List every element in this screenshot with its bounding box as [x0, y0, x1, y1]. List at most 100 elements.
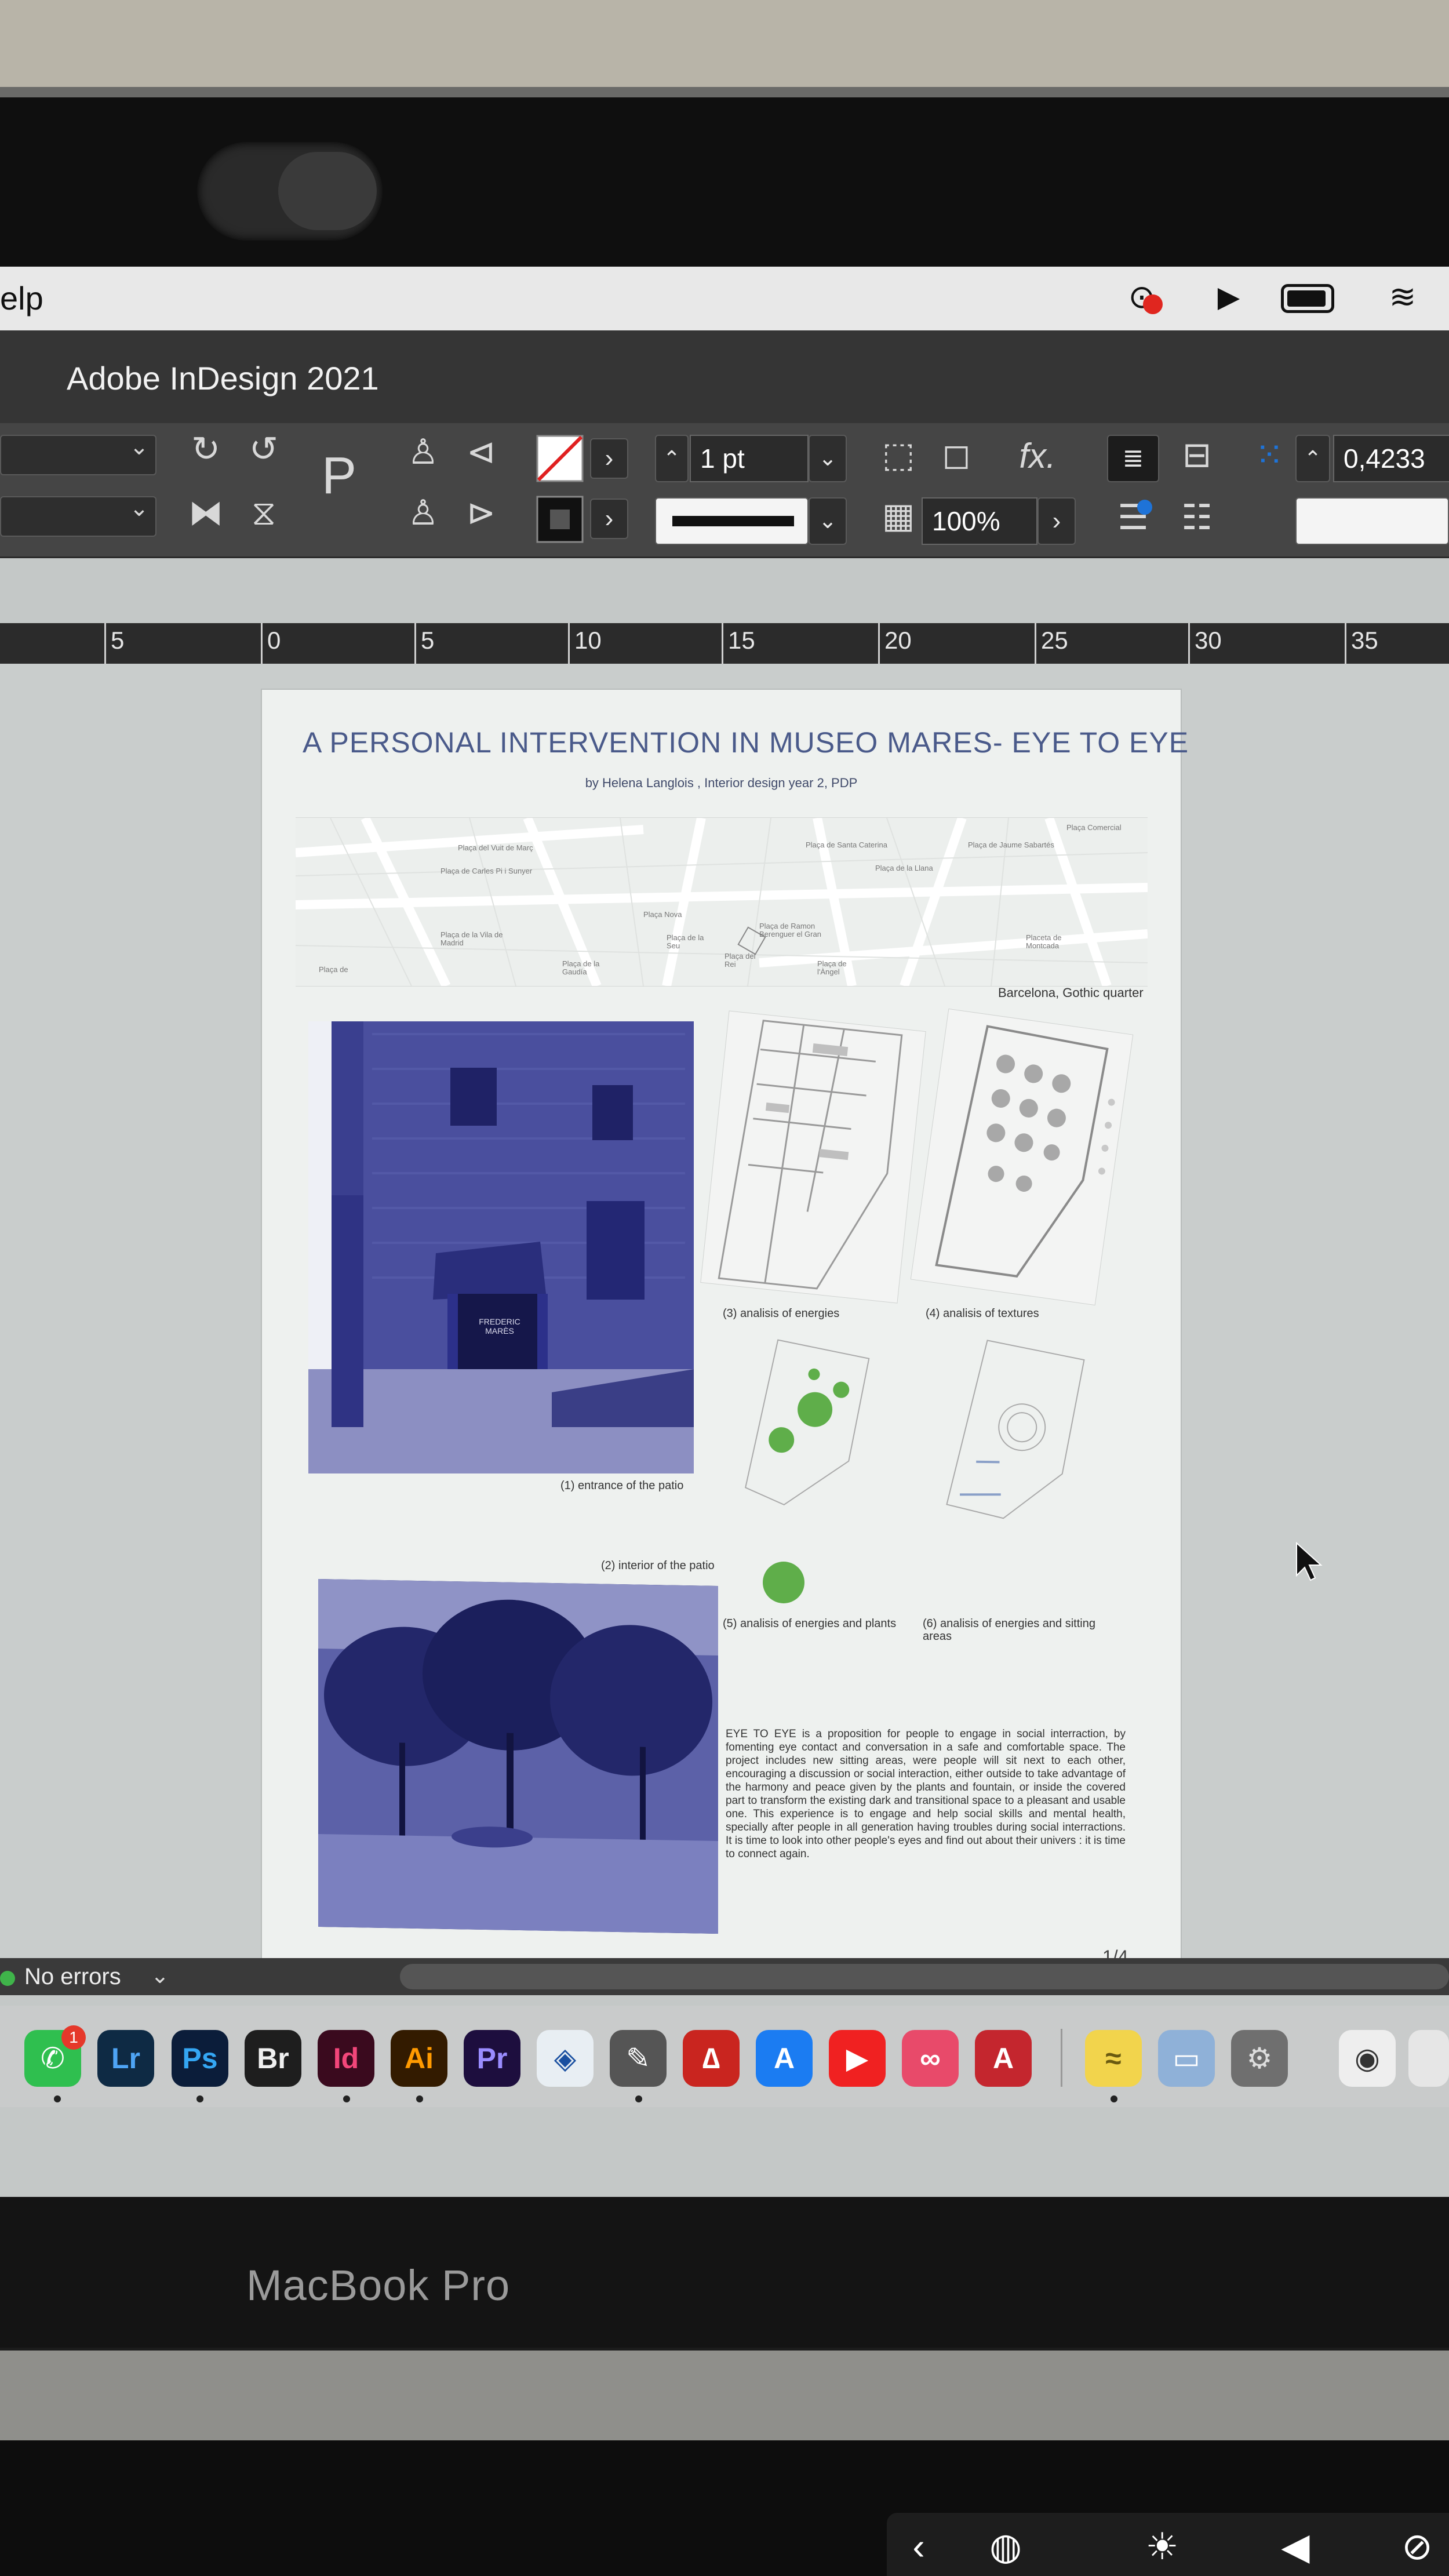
- youtube-icon[interactable]: ▶: [829, 2030, 886, 2087]
- ruler-tick: 30: [1188, 623, 1222, 664]
- flip-horizontal-icon[interactable]: ⧓: [185, 493, 226, 539]
- siri-icon[interactable]: ◍: [974, 2523, 1037, 2570]
- horizontal-scrollbar[interactable]: [400, 1964, 1449, 1989]
- project-description[interactable]: EYE TO EYE is a proposition for people t…: [726, 1727, 1126, 1861]
- mute-icon[interactable]: ⊘: [1385, 2523, 1449, 2570]
- opacity-field[interactable]: 100%: [922, 497, 1037, 545]
- map-label: Plaça Nova: [643, 910, 682, 919]
- select-next-icon[interactable]: ⊳: [458, 493, 504, 539]
- unknown-app-icon[interactable]: ✎: [610, 2030, 667, 2087]
- brightness-icon[interactable]: ☀: [1130, 2523, 1194, 2570]
- ruler-tick: 5: [104, 623, 124, 664]
- map-caption[interactable]: Barcelona, Gothic quarter: [998, 985, 1144, 1000]
- reference-value-field[interactable]: 0,4233 cr: [1333, 435, 1449, 519]
- document-page[interactable]: A PERSONAL INTERVENTION IN MUSEO MARES- …: [261, 689, 1188, 1967]
- screen: elp ⊙ ▶ ≋ Adobe InDesign 2021 ⌄ ⌄ ↻ ↺ ⧓ …: [0, 267, 1449, 2197]
- ruler-tick: 20: [878, 623, 912, 664]
- app-title-bar: Adobe InDesign 2021: [0, 330, 1449, 423]
- fill-menu-button[interactable]: ›: [590, 438, 628, 479]
- interior-patio-photo[interactable]: [318, 1578, 718, 1934]
- battery-icon[interactable]: [1281, 284, 1334, 313]
- sitting-areas-plan[interactable]: [934, 1331, 1091, 1533]
- hinge: [0, 2351, 1449, 2440]
- text-wrap-bbox-icon[interactable]: ⊟: [1171, 435, 1223, 482]
- photoshop-icon[interactable]: Ps: [172, 2030, 228, 2087]
- ruler-tick: 0: [261, 623, 281, 664]
- creative-cloud-icon[interactable]: ∞: [902, 2030, 959, 2087]
- stroke-type-dropdown[interactable]: ⌄: [809, 497, 847, 545]
- control-panel: ⌄ ⌄ ↻ ↺ ⧓ ⧖ P ♙ ⊲ ♙ ⊳ › › ⌃ 1 pt ⌄ ⌄ ⬚ ◻…: [0, 423, 1449, 558]
- map-image[interactable]: Plaça del Vuit de Març Plaça de Carles P…: [296, 817, 1148, 987]
- map-label: Plaça de Santa Caterina: [806, 841, 887, 849]
- document-title[interactable]: A PERSONAL INTERVENTION IN MUSEO MARES- …: [303, 726, 1188, 759]
- text-wrap-jump-icon[interactable]: ☷: [1171, 497, 1223, 545]
- stroke-weight-stepper[interactable]: ⌃: [655, 435, 689, 482]
- indesign-icon[interactable]: Id: [318, 2030, 374, 2087]
- premiere-icon[interactable]: Pr: [464, 2030, 520, 2087]
- paragraph-icon[interactable]: P: [307, 446, 371, 510]
- ruler-tick: 15: [722, 623, 755, 664]
- wifi-icon[interactable]: ≋: [1382, 279, 1423, 314]
- acrobat-icon[interactable]: ∆: [683, 2030, 740, 2087]
- opacity-menu-button[interactable]: ›: [1037, 497, 1076, 545]
- autocad-icon[interactable]: A: [975, 2030, 1032, 2087]
- entrance-photo[interactable]: FREDERIC MARÈS: [308, 1021, 694, 1473]
- preview-icon[interactable]: ▭: [1158, 2030, 1215, 2087]
- stroke-weight-field[interactable]: 1 pt: [690, 435, 809, 482]
- corner-options-icon[interactable]: ⬚: [875, 435, 922, 481]
- stroke-swatch-icon[interactable]: [536, 496, 584, 543]
- volume-icon[interactable]: ◀: [1264, 2523, 1327, 2570]
- illustrator-icon[interactable]: Ai: [391, 2030, 447, 2087]
- running-indicator: [343, 2095, 350, 2102]
- menu-help[interactable]: elp: [0, 279, 43, 317]
- textures-plan[interactable]: [910, 1008, 1134, 1306]
- caption-sitting-areas[interactable]: (6) analisis of energies and sitting are…: [923, 1617, 1097, 1643]
- map-label: Plaça de Jaume Sabartés: [968, 841, 1054, 849]
- caption-entrance[interactable]: (1) entrance of the patio: [560, 1479, 683, 1493]
- lightroom-icon[interactable]: Lr: [97, 2030, 154, 2087]
- horizontal-ruler[interactable]: 5 0 5 10 15 20 25 30 35: [0, 623, 1449, 664]
- fill-none-swatch-icon[interactable]: [536, 435, 584, 482]
- rotate-cw-icon[interactable]: ↻: [185, 429, 226, 475]
- stroke-menu-button[interactable]: ›: [590, 499, 628, 539]
- stroke-type-field[interactable]: [655, 497, 809, 545]
- flip-vertical-icon[interactable]: ⧖: [243, 493, 284, 539]
- select-previous-icon[interactable]: ⊲: [458, 432, 504, 478]
- reference-point-icon[interactable]: ⁙: [1246, 435, 1293, 482]
- stroke-weight-dropdown[interactable]: ⌄: [809, 435, 847, 482]
- system-preferences-icon[interactable]: ⚙: [1231, 2030, 1288, 2087]
- museum-sign-text: FREDERIC MARÈS: [479, 1317, 520, 1336]
- notification-badge: 1: [61, 2025, 86, 2050]
- bottom-bezel: [0, 2197, 1449, 2348]
- caption-textures[interactable]: (4) analisis of textures: [926, 1307, 1039, 1320]
- chrome-icon[interactable]: ◉: [1339, 2030, 1396, 2087]
- play-icon[interactable]: ▶: [1208, 279, 1249, 314]
- running-indicator: [416, 2095, 423, 2102]
- rotate-ccw-icon[interactable]: ↺: [243, 429, 284, 475]
- energies-plants-plan[interactable]: [731, 1331, 882, 1521]
- caption-energies-plants[interactable]: (5) analisis of energies and plants: [723, 1617, 896, 1631]
- fx-button[interactable]: fx.: [1011, 436, 1064, 482]
- bridge-icon[interactable]: Br: [245, 2030, 301, 2087]
- plant-symbol-icon: [763, 1562, 804, 1603]
- select-content-icon[interactable]: ♙: [400, 493, 446, 539]
- caption-energies[interactable]: (3) analisis of energies: [723, 1307, 839, 1320]
- notes-icon[interactable]: ≈: [1085, 2030, 1142, 2087]
- reference-secondary-field[interactable]: [1295, 497, 1449, 545]
- reference-stepper[interactable]: ⌃: [1295, 435, 1330, 482]
- preflight-status[interactable]: No errors: [24, 1964, 121, 1990]
- whatsapp-icon[interactable]: ✆ 1: [24, 2025, 86, 2087]
- touchbar-collapse-icon[interactable]: ‹: [893, 2523, 945, 2570]
- sketchup-icon[interactable]: ◈: [537, 2030, 594, 2087]
- chevron-down-icon[interactable]: ⌄: [151, 1963, 169, 1989]
- energies-plan[interactable]: [700, 1010, 926, 1304]
- select-container-icon[interactable]: ♙: [400, 432, 446, 478]
- dock-item-partial[interactable]: [1408, 2030, 1449, 2087]
- text-wrap-none-icon[interactable]: ≣: [1107, 435, 1159, 482]
- chevron-down-icon: ⌄: [129, 434, 149, 460]
- drop-shadow-icon[interactable]: ◻: [933, 435, 980, 481]
- app-store-icon[interactable]: A: [756, 2030, 813, 2087]
- menubar: elp ⊙ ▶ ≋: [0, 267, 1449, 332]
- document-subtitle[interactable]: by Helena Langlois , Interior design yea…: [262, 776, 1181, 791]
- caption-interior[interactable]: (2) interior of the patio: [601, 1559, 715, 1573]
